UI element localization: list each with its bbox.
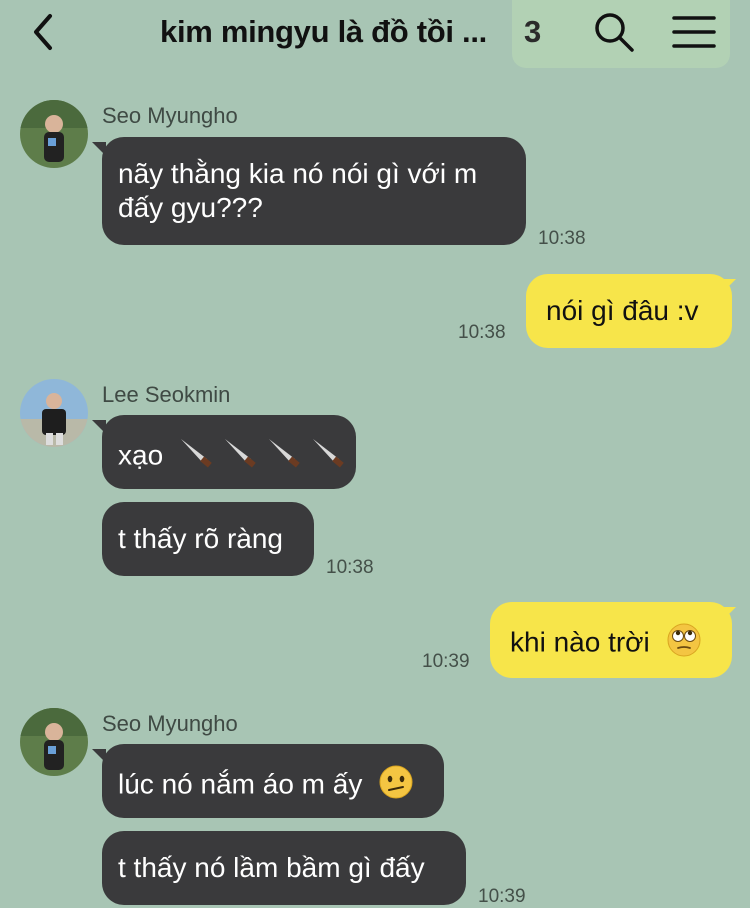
timestamp: 10:38 — [458, 322, 506, 343]
timestamp: 10:39 — [422, 651, 470, 672]
message-bubble[interactable]: t thấy nó lầm bầm gì đấy — [102, 831, 466, 905]
search-button[interactable] — [592, 10, 636, 54]
confused-face-emoji-icon — [378, 764, 414, 808]
knife-icon — [177, 435, 353, 479]
timestamp: 10:38 — [538, 228, 586, 249]
message-bubble[interactable]: t thấy rõ ràng — [102, 502, 314, 576]
message-text: lúc nó nắm áo m ấy — [118, 768, 363, 800]
back-button[interactable] — [24, 10, 64, 54]
message-bubble[interactable]: khi nào trời — [490, 602, 732, 678]
timestamp: 10:39 — [478, 886, 526, 907]
avatar[interactable] — [20, 708, 88, 776]
member-count: 3 — [524, 14, 542, 49]
sender-name: Lee Seokmin — [102, 382, 231, 407]
hamburger-menu-icon — [672, 16, 716, 48]
message-bubble[interactable]: lúc nó nắm áo m ấy — [102, 744, 444, 818]
timestamp: 10:38 — [326, 557, 374, 578]
message-bubble[interactable]: nói gì đâu :v — [526, 274, 732, 348]
chevron-left-icon — [34, 14, 52, 50]
message-text: xạo — [118, 439, 164, 471]
avatar[interactable] — [20, 100, 88, 168]
avatar[interactable] — [20, 379, 88, 447]
search-icon — [595, 13, 634, 52]
sender-name: Seo Myungho — [102, 711, 238, 736]
menu-button[interactable] — [672, 12, 716, 52]
message-text: nói gì đâu :v — [546, 295, 699, 326]
message-text: t thấy nó lầm bầm gì đấy — [118, 852, 425, 883]
eye-roll-emoji-icon — [666, 622, 702, 666]
message-bubble[interactable]: xạo — [102, 415, 356, 489]
chat-header: kim mingyu là đồ tồi ... 3 — [0, 0, 750, 68]
chat-title[interactable]: kim mingyu là đồ tồi ... — [160, 14, 487, 50]
message-text: khi nào trời — [510, 626, 650, 658]
message-text: đấy gyu??? — [118, 192, 263, 223]
sender-name: Seo Myungho — [102, 103, 238, 128]
message-text: t thấy rõ ràng — [118, 523, 283, 554]
message-text: nãy thằng kia nó nói gì với m — [118, 158, 478, 189]
message-bubble[interactable]: nãy thằng kia nó nói gì với m đấy gyu??? — [102, 137, 526, 245]
